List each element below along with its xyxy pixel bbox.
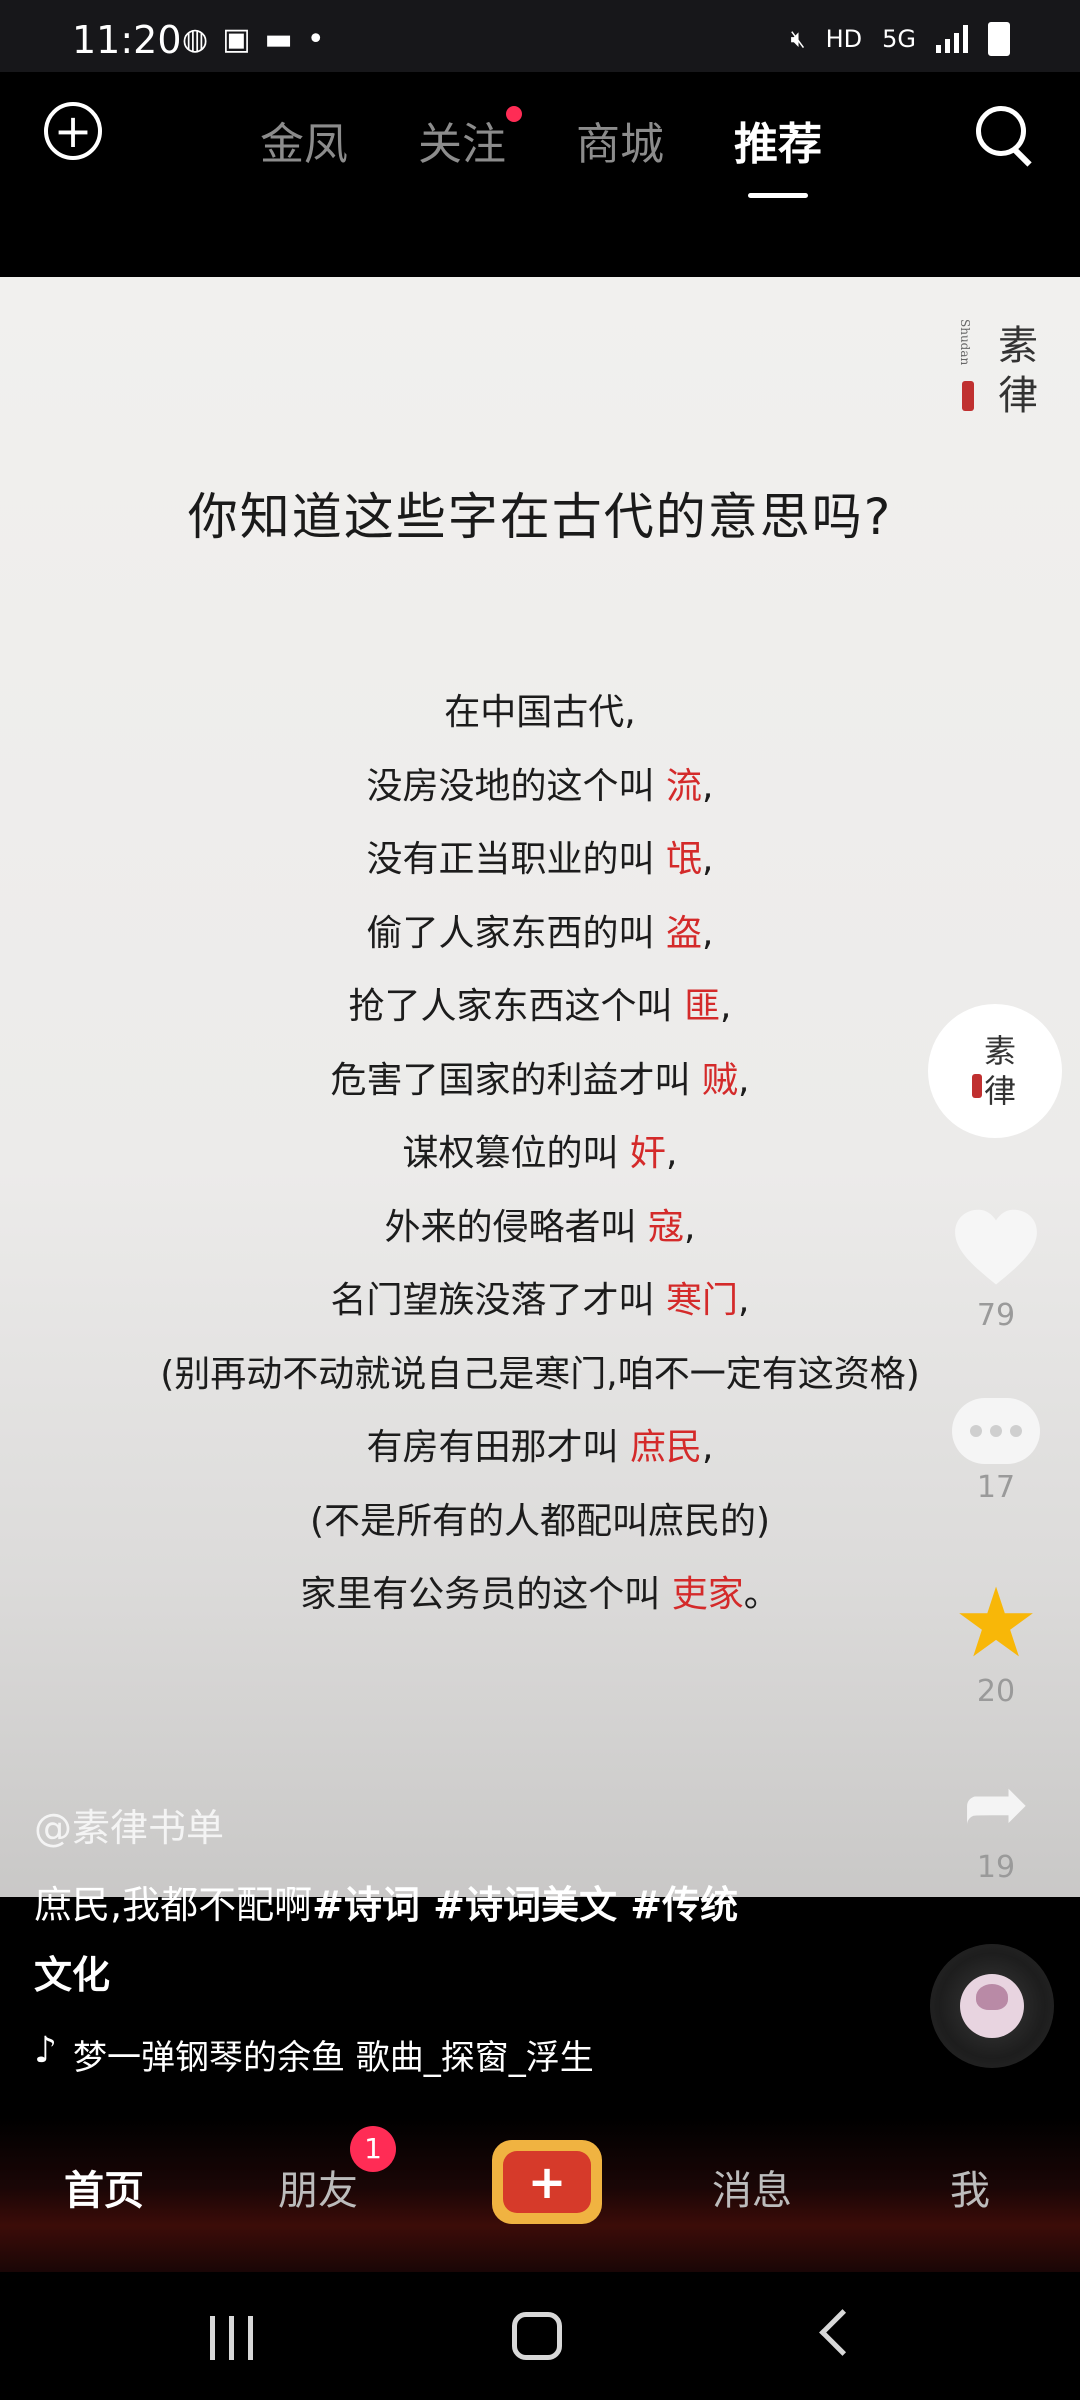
search-icon[interactable]: [976, 106, 1036, 167]
poem-line: (别再动不动就说自己是寒门,咱不一定有这资格): [160, 1353, 920, 1395]
poem-line: 抢了人家东西这个叫 匪,: [348, 986, 732, 1027]
highlight-word: 盗: [665, 912, 702, 954]
music-ticker[interactable]: ♪ 梦一弹钢琴的余鱼 歌曲_探窗_浮生: [34, 2030, 684, 2079]
nav-me[interactable]: 我: [950, 2158, 990, 2216]
highlight-word: 匪: [683, 986, 720, 1027]
highlight-word: 吏家: [671, 1574, 744, 1615]
heart-icon: [955, 1209, 1037, 1285]
comment-icon: [952, 1398, 1040, 1464]
poem-line: 偷了人家东西的叫 盗,: [366, 912, 714, 954]
dot-icon: •: [306, 22, 325, 57]
music-disc[interactable]: [930, 1944, 1054, 2068]
watermark-seal: 素 律 Shudan: [958, 319, 1038, 419]
nav-home[interactable]: 首页: [64, 2158, 144, 2216]
poem-line: 谋权篡位的叫 奸,: [402, 1133, 678, 1174]
poem-line: 外来的侵略者叫 寇,: [384, 1206, 696, 1248]
create-button[interactable]: +: [492, 2140, 602, 2224]
gallery-icon: ▣: [222, 22, 251, 57]
caption-hashtag-tail[interactable]: 文化: [34, 1953, 110, 1997]
comment-button[interactable]: 17: [946, 1398, 1046, 1505]
share-count: 19: [976, 1850, 1016, 1885]
author-handle[interactable]: @素律书单: [34, 1797, 224, 1852]
poem-line: 在中国古代,: [444, 692, 636, 733]
nav-friends[interactable]: 朋友: [278, 2158, 358, 2216]
system-nav-bar: [0, 2272, 1080, 2400]
network-gen: 5G: [882, 25, 916, 53]
poem-line: 没有正当职业的叫 氓,: [366, 839, 714, 880]
post-title: 你知道这些字在古代的意思吗?: [187, 488, 893, 546]
tab-jinfeng[interactable]: 金凤: [260, 108, 348, 172]
poem-line: 没房没地的这个叫 流,: [366, 765, 714, 807]
tab-recommend[interactable]: 推荐: [734, 108, 822, 198]
tab-mall[interactable]: 商城: [576, 108, 664, 172]
poem-line: 名门望族没落了才叫 寒门,: [330, 1280, 750, 1321]
battery-icon: [988, 22, 1010, 56]
add-circle-icon[interactable]: +: [44, 102, 102, 160]
notification-icons: ◍ ▣ ▬ •: [182, 22, 325, 57]
poem-line: (不是所有的人都配叫庶民的): [309, 1500, 771, 1542]
like-count: 79: [976, 1298, 1016, 1333]
hd-label: HD: [825, 25, 863, 53]
star-icon: ★: [952, 1567, 1040, 1679]
caption-text: 庶民,我都不配啊: [34, 1883, 313, 1927]
favorite-count: 20: [976, 1674, 1016, 1709]
recent-apps-icon[interactable]: [210, 2316, 253, 2360]
poem-line: 有房有田那才叫 庶民,: [366, 1427, 714, 1468]
music-cover: [960, 1974, 1024, 2038]
highlight-word: 氓: [665, 839, 702, 880]
poem-line: 危害了国家的利益才叫 贼,: [330, 1059, 750, 1101]
video-frame[interactable]: 素 律 Shudan 你知道这些字在古代的意思吗? 在中国古代, 没房没地的这个叫…: [0, 277, 1080, 1897]
bottom-nav: 首页 朋友 1 + 消息 我: [0, 2118, 1080, 2272]
like-button[interactable]: 79: [946, 1208, 1046, 1333]
music-note-icon: ♪: [34, 2030, 57, 2071]
top-nav: + 金凤 关注 商城 推荐: [0, 72, 1080, 277]
home-icon[interactable]: [512, 2312, 562, 2360]
plus-icon: +: [503, 2151, 591, 2213]
tab-following-label: 关注: [418, 119, 506, 170]
highlight-word: 奸: [629, 1133, 666, 1174]
music-title: 梦一弹钢琴的余鱼 歌曲_探窗_浮生: [72, 2038, 594, 2078]
signal-icon: [936, 25, 968, 53]
feed-tabs: 金凤 关注 商城 推荐: [260, 106, 822, 198]
nav-messages[interactable]: 消息: [712, 2158, 792, 2216]
highlight-word: 寇: [647, 1206, 684, 1248]
post-caption[interactable]: 庶民,我都不配啊#诗词 #诗词美文 #传统 文化: [34, 1870, 794, 2010]
wechat-icon: ◍: [182, 22, 209, 57]
tab-following[interactable]: 关注: [418, 106, 522, 172]
poem-lines: 在中国古代, 没房没地的这个叫 流, 没有正当职业的叫 氓, 偷了人家东西的叫 盗, 抢…: [0, 683, 1080, 1639]
highlight-word: 庶民: [629, 1427, 702, 1468]
highlight-word: 寒门: [665, 1280, 738, 1321]
comment-count: 17: [976, 1470, 1016, 1505]
author-avatar[interactable]: 素 律: [928, 1004, 1062, 1138]
back-icon[interactable]: [819, 2309, 866, 2356]
highlight-word: 贼: [701, 1059, 738, 1101]
share-button[interactable]: ➦ 19: [946, 1757, 1046, 1886]
friends-badge: 1: [350, 2126, 396, 2172]
caption-hashtags[interactable]: #诗词 #诗词美文 #传统: [312, 1883, 738, 1927]
clock: 11:20: [72, 18, 182, 62]
status-bar: 11:20 ◍ ▣ ▬ • 🔇︎ HD 5G: [0, 0, 1080, 72]
system-status: 🔇︎ HD 5G: [790, 22, 1010, 56]
unread-dot: [506, 106, 522, 122]
favorite-button[interactable]: ★ 20: [946, 1567, 1046, 1709]
message-icon: ▬: [264, 22, 293, 57]
highlight-word: 流: [665, 765, 702, 807]
poem-line: 家里有公务员的这个叫 吏家。: [300, 1574, 780, 1615]
mute-icon: 🔇︎: [790, 25, 806, 53]
share-arrow-icon: ➦: [962, 1757, 1030, 1850]
